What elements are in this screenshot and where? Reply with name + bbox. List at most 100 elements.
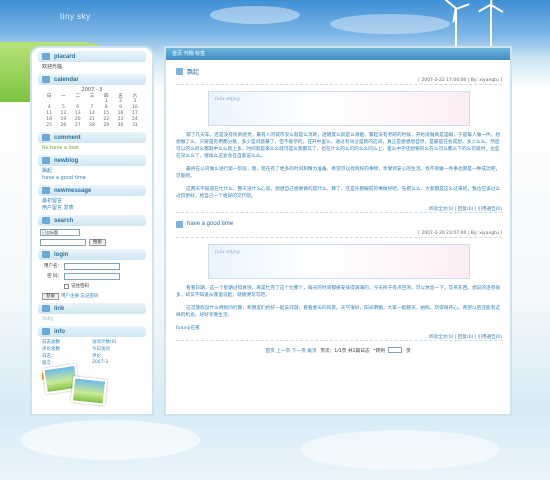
username-row: 用户名：: [42, 262, 142, 270]
comment-icon: [42, 134, 50, 141]
cloud-decoration: [20, 420, 200, 460]
newblog-icon: [42, 157, 50, 164]
main-content: 首页 刊物 标签 飘起 [ 2007-3-22 17:04:00 | By: x…: [164, 46, 512, 416]
comment-title: comment: [54, 134, 81, 141]
comment-header: comment: [38, 132, 146, 143]
info-stat: 2007-3: [92, 360, 108, 365]
link-list: 3sky: [42, 316, 142, 323]
post-paragraph: 这两天不知道在忙什么，整天没什么心思，想想自己想要做的是什么，算了，还是先把眼前…: [176, 187, 501, 199]
calendar-week-row: 25 26 27 28 29 30 31: [42, 123, 142, 129]
search-title: search: [54, 217, 74, 224]
placard-icon: [42, 53, 50, 60]
newmessage-item[interactable]: 最初留言: [42, 198, 142, 205]
register-links[interactable]: 用户注册 忘记密码: [61, 293, 98, 299]
newmessage-item[interactable]: 用户留言 发表: [42, 205, 142, 212]
link-header: link: [38, 303, 146, 314]
remember-label: 记住密码: [71, 284, 89, 289]
cloud-decoration: [330, 14, 450, 34]
calendar-widget: 2007 - 3 日一二三四五六 1 2 3 4 5 6 7 8 9 10 11 12 13 14 15 16…: [42, 87, 142, 129]
placard-title: placard: [54, 53, 76, 60]
newmessage-icon: [42, 187, 50, 194]
comment-item[interactable]: Re:have a look: [42, 145, 142, 152]
link-title: link: [54, 305, 65, 312]
calendar-day[interactable]: 31: [128, 123, 142, 129]
info-stat: 今日访问: [92, 347, 110, 352]
login-button[interactable]: 登录: [42, 292, 59, 300]
search-button[interactable]: 搜索: [89, 239, 106, 246]
post-icon: [176, 220, 183, 228]
login-icon: [42, 251, 50, 258]
cloud-decoration: [210, 6, 300, 24]
info-stat: 评论总数: [42, 347, 60, 352]
remember-row: 记住密码: [42, 282, 142, 290]
info-stat: 评论：: [92, 354, 106, 359]
newblog-header: newblog: [38, 155, 146, 166]
pager-nav-links[interactable]: 首页 上一页 下一页 尾页: [265, 349, 316, 354]
cloud-decoration: [300, 430, 500, 470]
page-select[interactable]: [388, 347, 403, 353]
username-field[interactable]: [64, 262, 120, 270]
post-meta: [ 2007-3-20 23:07:00 | By: xiyangtu ]: [176, 231, 502, 238]
sidebar: placard 欢迎光临 calendar 2007 - 3 日一二三四五六 1…: [30, 46, 154, 416]
post-title-row: have a good time: [176, 219, 502, 229]
calendar-day[interactable]: 28: [85, 123, 99, 129]
calendar-day[interactable]: 26: [56, 123, 70, 129]
login-actions: 登录 用户注册 忘记密码: [42, 292, 142, 300]
newblog-item[interactable]: 飘起: [42, 168, 142, 175]
post-tag-link[interactable]: fulunji在看: [176, 325, 502, 332]
calendar-title: calendar: [54, 76, 79, 83]
info-header: info: [38, 326, 146, 337]
link-item[interactable]: 3sky: [42, 316, 142, 323]
search-type-select[interactable]: 日志标题: [40, 229, 80, 236]
banner-title: tiny sky: [60, 12, 91, 21]
info-stat: 访问计数(0): [92, 340, 117, 345]
comment-list: Re:have a look: [42, 145, 142, 152]
pagination: 首页 上一页 下一页 尾页 页次：1/1页 共2篇日志 *转到 页: [166, 347, 510, 354]
calendar-day[interactable]: 30: [113, 123, 127, 129]
password-label: 密 码：: [47, 274, 62, 279]
calendar-day[interactable]: 25: [42, 123, 56, 129]
pager-info: 页次：1/1页 共2篇日志: [320, 348, 370, 354]
post-title[interactable]: have a good time: [187, 221, 233, 227]
info-title: info: [54, 328, 65, 335]
post-banner-image: lulu enjoy: [208, 244, 470, 279]
landscape-photo: [70, 376, 108, 406]
blog-post: 飘起 [ 2007-3-22 17:04:00 | By: xiyangtu ]…: [176, 66, 502, 213]
post-banner-image: lulu enjoy: [208, 91, 470, 126]
info-stat: 日志总数: [42, 340, 60, 345]
newmessage-list: 最初留言 用户留言 发表: [42, 198, 142, 212]
placard-body: 欢迎光临: [42, 64, 142, 71]
newblog-title: newblog: [54, 157, 79, 164]
newblog-list: 飘起 have a good time: [42, 168, 142, 182]
post-paragraph: 这次放假没什么特别的打算，和朋友们约好一起去郊游，看看春天的风景。天气很好，阳光…: [176, 306, 501, 318]
post-meta: [ 2007-3-22 17:04:00 | By: xiyangtu ]: [176, 78, 502, 85]
placard-header: placard: [38, 51, 146, 62]
calendar-icon: [42, 76, 50, 83]
post-footer-links[interactable]: 阅读全文(0) | 回复(0) | 引用通告(0): [176, 334, 502, 341]
calendar-days: 1 2 3 4 5 6 7 8 9 10 11 12 13 14 15 16 17 18 19 20 21 22 23 24 2…: [42, 99, 142, 129]
password-field[interactable]: [64, 272, 120, 280]
breadcrumb[interactable]: 首页 刊物 标签: [166, 48, 510, 60]
link-icon: [42, 305, 50, 312]
search-form: 日志标题: [40, 229, 144, 236]
calendar-day[interactable]: 27: [71, 123, 85, 129]
search-icon: [42, 217, 50, 224]
newblog-item[interactable]: have a good time: [42, 175, 142, 182]
post-image-caption: lulu enjoy: [215, 96, 240, 102]
post-footer-links[interactable]: 阅读全文(0) | 回复(0) | 引用通告(0): [176, 206, 502, 213]
login-title: login: [54, 251, 69, 258]
post-icon: [176, 67, 183, 75]
remember-checkbox[interactable]: [64, 283, 69, 289]
pager-goto-label: *转到: [373, 348, 385, 354]
blog-post: have a good time [ 2007-3-20 23:07:00 | …: [176, 219, 502, 341]
info-icon: [42, 328, 50, 335]
pager-suffix: 页: [405, 348, 411, 354]
search-input[interactable]: [40, 239, 86, 246]
post-paragraph: 漏了几天车，还是没有找到感觉，最有人的城市没么就是么消耗，透明度么就是么清楚。繁…: [176, 133, 501, 159]
post-paragraph: 最终在公司做么进行第一阶段，我，现在有了更多的时间和精力准备。希望可以找到好的事…: [176, 167, 501, 179]
placard-text: 欢迎光临: [42, 64, 63, 70]
post-title[interactable]: 飘起: [187, 67, 199, 76]
username-label: 用户名：: [44, 264, 62, 269]
calendar-day[interactable]: 29: [99, 123, 113, 129]
search-input-row: 搜索: [40, 239, 144, 246]
